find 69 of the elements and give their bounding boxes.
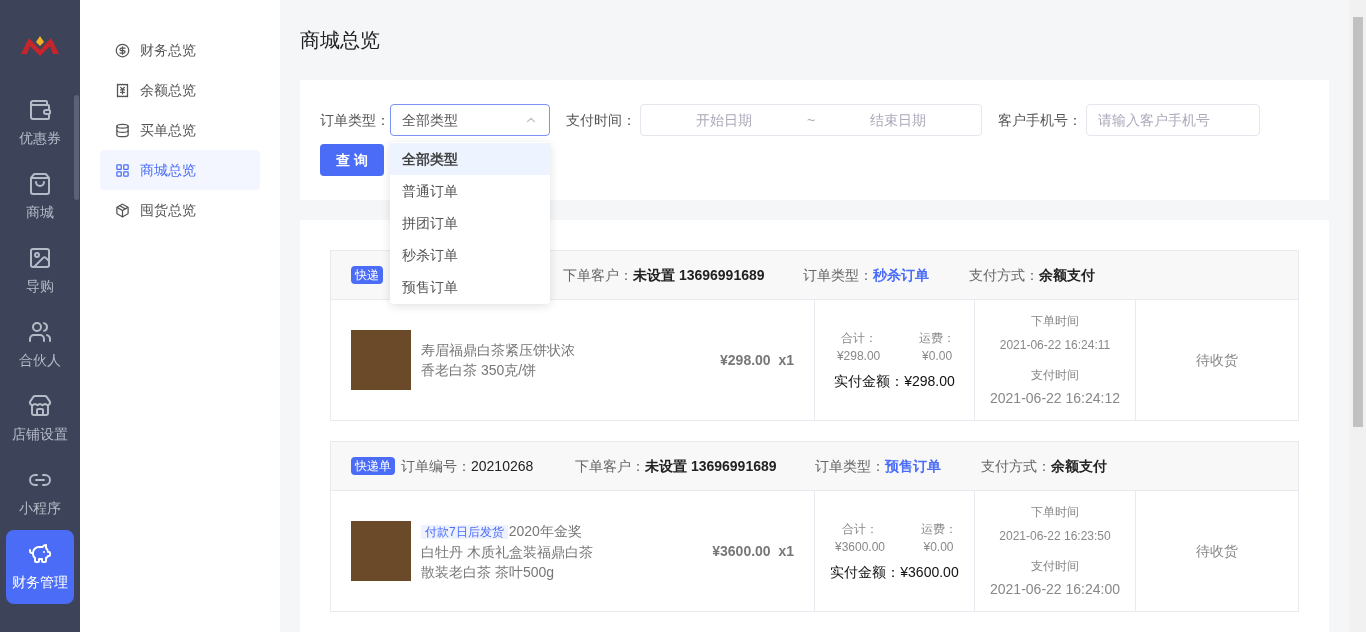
coin-icon xyxy=(115,42,130,58)
nav-item[interactable]: 小程序 xyxy=(6,456,74,530)
subtotal: 合计： ¥3600.00 xyxy=(834,520,887,556)
nav-item[interactable]: 合伙人 xyxy=(6,308,74,382)
payment-method: 支付方式：余额支付 xyxy=(969,265,1095,285)
field-label: 订单类型： xyxy=(320,110,390,130)
time-label: 支付时间 xyxy=(1031,557,1079,575)
express-tag: 快递 xyxy=(351,266,383,284)
submenu-item[interactable]: 商城总览 xyxy=(100,150,260,190)
dropdown-option[interactable]: 全部类型 xyxy=(390,143,550,175)
product-price: ¥3600.00 x1 xyxy=(712,541,794,561)
submenu-item[interactable]: 买单总览 xyxy=(100,110,260,150)
order-status: 待收货 xyxy=(1196,350,1238,370)
photo-placeholder xyxy=(351,330,411,390)
page-title: 商城总览 xyxy=(300,28,381,53)
people-icon xyxy=(28,319,52,344)
time-label: 支付时间 xyxy=(1031,366,1079,384)
pay-time: 2021-06-22 16:24:12 xyxy=(990,388,1120,408)
picture-icon xyxy=(28,245,52,270)
dropdown-option[interactable]: 秒杀订单 xyxy=(390,239,550,271)
shipping-fee: 运费： ¥0.00 xyxy=(919,520,958,556)
nav-item[interactable]: 财务管理 xyxy=(6,530,74,604)
package-icon xyxy=(115,202,130,218)
grid-icon xyxy=(115,162,130,178)
nav-item[interactable]: 导购 xyxy=(6,234,74,308)
order-type-select[interactable]: 全部类型 xyxy=(390,104,550,136)
time-label: 下单时间 xyxy=(1031,312,1079,330)
nav-item[interactable]: 优惠券 xyxy=(6,86,74,160)
order-status: 待收货 xyxy=(1196,541,1238,561)
submenu-item[interactable]: 囤货总览 xyxy=(100,190,260,230)
query-button[interactable]: 查 询 xyxy=(320,144,384,176)
database-icon xyxy=(115,122,130,138)
order-type: 订单类型：秒杀订单 xyxy=(803,265,930,285)
customer-info: 下单客户：未设置 13696991689 xyxy=(575,456,778,476)
time-label: 下单时间 xyxy=(1031,503,1079,521)
dropdown-option[interactable]: 预售订单 xyxy=(390,271,550,303)
field-label: 支付时间： xyxy=(566,110,636,130)
dropdown-option[interactable]: 普通订单 xyxy=(390,175,550,207)
photo-placeholder xyxy=(351,521,411,581)
field-label: 客户手机号： xyxy=(998,110,1082,130)
yen-receipt-icon xyxy=(115,82,130,98)
nav-item[interactable]: 店铺设置 xyxy=(6,382,74,456)
order-time: 2021-06-22 16:24:11 xyxy=(999,336,1111,354)
order-type: 订单类型：预售订单 xyxy=(815,456,942,476)
phone-input[interactable]: 请输入客户手机号 xyxy=(1086,104,1260,136)
piggy-bank-icon xyxy=(28,541,52,566)
submenu-item[interactable]: 余额总览 xyxy=(100,70,260,110)
customer-info: 下单客户：未设置 13696991689 xyxy=(563,265,766,285)
paid-amount: 实付金额：¥298.00 xyxy=(834,371,955,391)
scrollbar[interactable] xyxy=(1349,0,1366,632)
nav-item[interactable]: 商城 xyxy=(6,160,74,234)
product-title: 付款7日后发货 2020年金奖 白牡丹 木质礼盒装福鼎白茶 散装老白茶 茶叶500g xyxy=(421,521,594,582)
paid-amount: 实付金额：¥3600.00 xyxy=(830,562,959,582)
pay-time: 2021-06-22 16:24:00 xyxy=(990,579,1120,599)
dropdown-option[interactable]: 拼团订单 xyxy=(390,207,550,239)
product-title: 寿眉福鼎白茶紧压饼状浓 香老白茶 350克/饼 xyxy=(421,341,576,380)
shopping-bag-icon xyxy=(28,171,52,196)
wallet-icon xyxy=(28,97,52,122)
store-icon xyxy=(28,393,52,418)
payment-method: 支付方式：余额支付 xyxy=(981,456,1107,476)
submenu-item[interactable]: 财务总览 xyxy=(100,30,260,70)
scrollbar[interactable] xyxy=(74,95,79,200)
order-time: 2021-06-22 16:23:50 xyxy=(999,527,1111,545)
shipping-fee: 运费： ¥0.00 xyxy=(918,329,957,365)
logo-icon xyxy=(19,34,61,56)
order-number: 订单编号：20210268 xyxy=(401,457,534,474)
product-price: ¥298.00 x1 xyxy=(720,350,794,370)
subtotal: 合计： ¥298.00 xyxy=(835,329,882,365)
express-tag: 快递单 xyxy=(351,457,395,475)
